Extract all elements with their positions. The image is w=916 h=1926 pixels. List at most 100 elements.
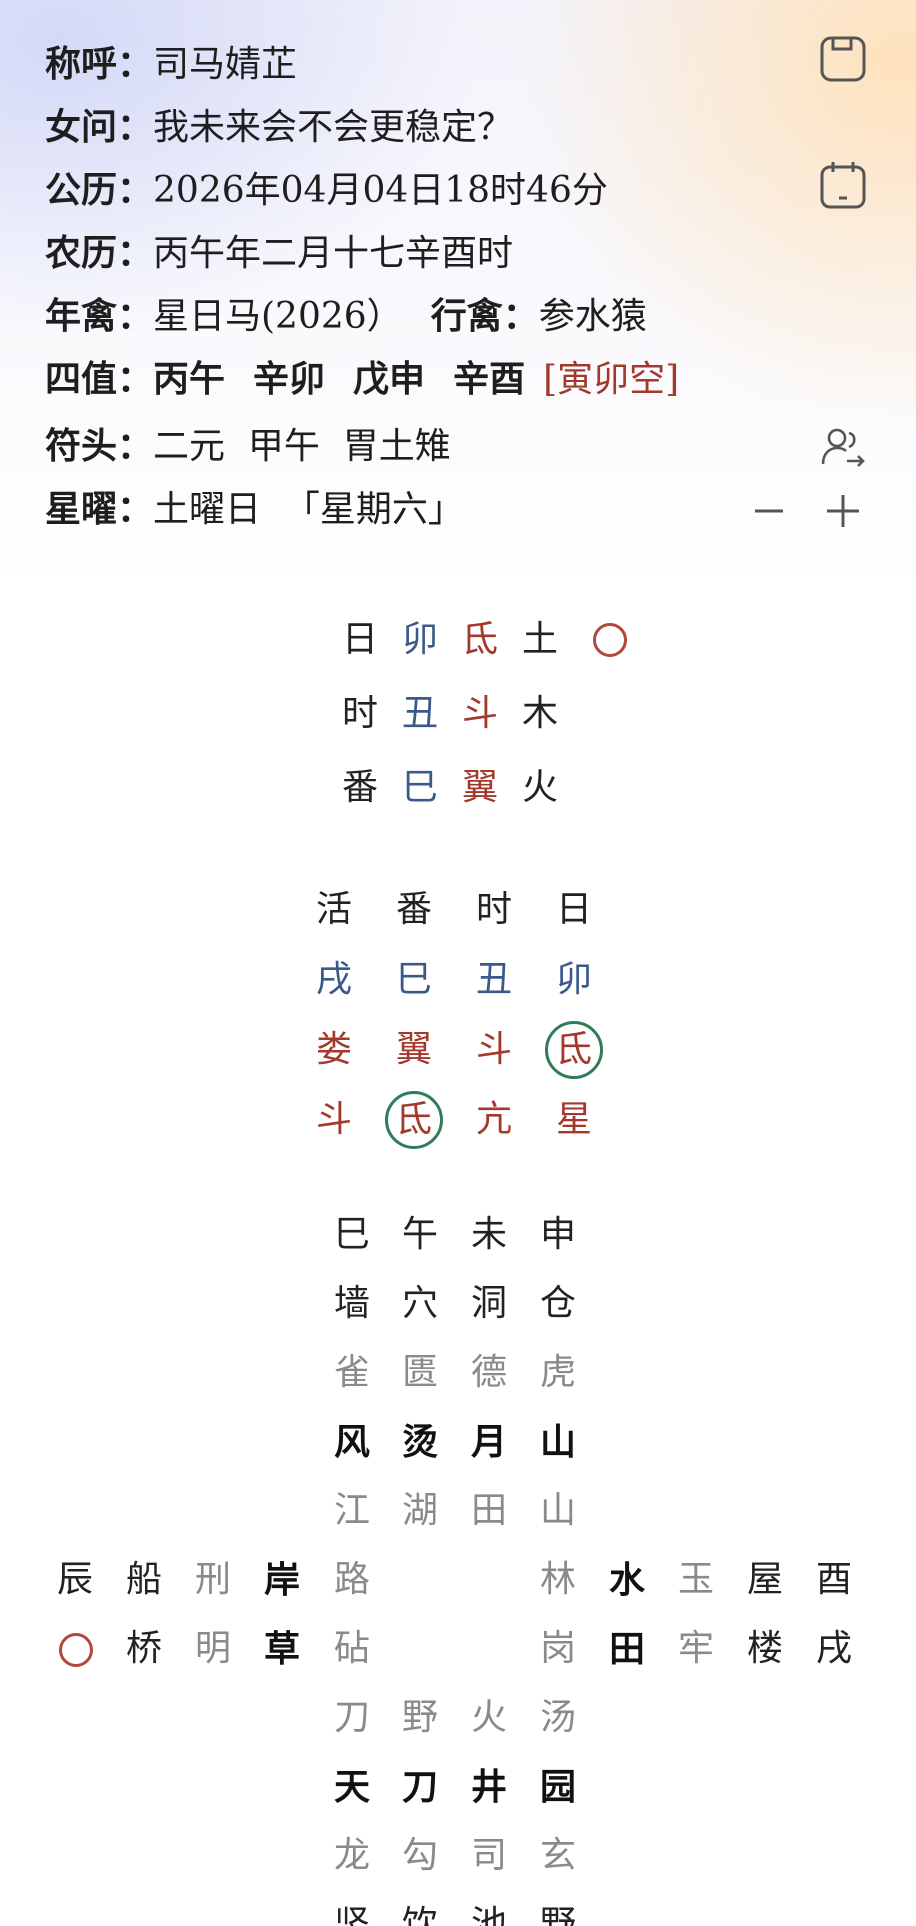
block2-header: 番 (395, 889, 432, 930)
board-cell: 岸 (263, 1559, 300, 1601)
label-travel-star: 行禽： (430, 295, 539, 337)
block1-cell: 卯 (401, 619, 438, 660)
board-cell: 戌 (815, 1628, 852, 1669)
board-cell: 屋 (746, 1559, 783, 1600)
value-solar-date: 2026年04月04日18时46分 (153, 170, 608, 211)
board-cell: 月 (470, 1421, 507, 1463)
green-circle-marker (545, 1021, 603, 1079)
row-question: 女问： 我未来会不会更稳定？ (45, 99, 513, 149)
block2-branch: 巳 (395, 959, 432, 1000)
board-cell: 穴 (401, 1283, 438, 1324)
block1-cell: 斗 (461, 693, 498, 734)
pillar-day: 戊申 (353, 358, 426, 400)
label-name: 称呼： (45, 43, 154, 85)
board-cell: 汤 (539, 1697, 576, 1738)
board-cell: 刑 (194, 1559, 231, 1600)
board-cell: 湖 (401, 1490, 438, 1531)
board-cell: 勾 (401, 1835, 438, 1876)
value-travel-star: 参水猿 (538, 296, 647, 337)
block1-cell: 番 (341, 767, 378, 808)
value-fu-tou: 二元 甲午 胃土雉 (153, 426, 451, 467)
board-cell: 墙 (333, 1283, 370, 1324)
block1-cell: 翼 (461, 767, 498, 808)
board-cell: 野 (539, 1904, 576, 1926)
void-branches: [寅卯空] (543, 359, 680, 400)
board-cell: 午 (401, 1214, 438, 1255)
block2-header: 活 (315, 889, 352, 930)
plus-icon[interactable] (818, 486, 868, 536)
board-cell: 草 (263, 1628, 300, 1670)
board-cell: 砧 (333, 1628, 370, 1669)
board-cell: 明 (194, 1628, 231, 1669)
board-cell: 竖 (333, 1904, 370, 1926)
block2-star: 斗 (315, 1099, 352, 1140)
block2-star: 翼 (395, 1029, 432, 1070)
board-cell: 山 (539, 1421, 576, 1463)
label-year-star: 年禽： (45, 295, 154, 337)
minus-icon[interactable] (744, 486, 794, 536)
pillar-hour: 辛酉 (453, 358, 526, 400)
pillar-year: 丙午 (153, 358, 226, 400)
board-cell: 龙 (333, 1835, 370, 1876)
board-cell: 田 (470, 1490, 507, 1531)
label-fu-tou: 符头： (45, 425, 154, 467)
row-lunar-date: 农历： 丙午年二月十七辛酉时 (45, 225, 513, 275)
block2-branch: 戌 (315, 959, 352, 1000)
row-year-star: 年禽： 星日马(2026） 行禽： 参水猿 (45, 288, 647, 338)
board-cell: 未 (470, 1214, 507, 1255)
block1-cell: 氐 (461, 619, 498, 660)
save-icon[interactable] (818, 34, 868, 84)
board-cell: 山 (539, 1490, 576, 1531)
user-switch-icon[interactable] (818, 422, 868, 472)
board-cell: 野 (401, 1697, 438, 1738)
value-question: 我未来会不会更稳定？ (153, 107, 514, 148)
label-solar-date: 公历： (45, 169, 154, 211)
board-cell: 匮 (401, 1352, 438, 1393)
value-weekday: 土曜日 「星期六」 (153, 489, 464, 530)
board-cell: 洞 (470, 1283, 507, 1324)
label-lunar-date: 农历： (45, 232, 154, 274)
board-cell: 风 (333, 1421, 370, 1463)
row-fu-tou: 符头： 二元 甲午 胃土雉 (45, 418, 451, 468)
block1-cell: 火 (521, 767, 558, 808)
calendar-icon[interactable] (818, 160, 868, 210)
board-cell: 林 (539, 1559, 576, 1600)
board-cell: 德 (470, 1352, 507, 1393)
board-cell: 船 (125, 1559, 162, 1600)
board-cell: 牢 (677, 1628, 714, 1669)
circle-marker (59, 1633, 93, 1667)
board-cell: 江 (333, 1490, 370, 1531)
board-cell: 巳 (333, 1214, 370, 1255)
board-cell: 井 (470, 1766, 507, 1808)
board-cell: 火 (470, 1697, 507, 1738)
pillar-month: 辛卯 (253, 358, 326, 400)
row-weekday: 星曜： 土曜日 「星期六」 (45, 481, 464, 531)
board-cell: 岗 (539, 1628, 576, 1669)
board-cell: 虎 (539, 1352, 576, 1393)
value-year-star: 星日马(2026） (153, 296, 403, 337)
green-circle-marker (385, 1091, 443, 1149)
block2-branch: 丑 (475, 959, 512, 1000)
board-cell: 申 (539, 1214, 576, 1255)
label-weekday: 星曜： (45, 488, 154, 530)
board-cell: 司 (470, 1835, 507, 1876)
board-cell: 玄 (539, 1835, 576, 1876)
board-cell: 玉 (677, 1559, 714, 1600)
board-cell: 刀 (333, 1697, 370, 1738)
board-cell: 饮 (401, 1904, 438, 1926)
value-lunar-date: 丙午年二月十七辛酉时 (153, 233, 514, 274)
board-cell: 田 (608, 1628, 645, 1670)
board-cell: 池 (470, 1904, 507, 1926)
board-cell: 雀 (333, 1352, 370, 1393)
block1-cell: 日 (341, 619, 378, 660)
block1-cell: 木 (521, 693, 558, 734)
block2-header: 时 (475, 889, 512, 930)
row-solar-date: 公历： 2026年04月04日18时46分 (45, 162, 608, 212)
board-cell: 仓 (539, 1283, 576, 1324)
board-cell: 水 (608, 1559, 645, 1601)
block1-cell: 丑 (401, 693, 438, 734)
board-cell: 园 (539, 1766, 576, 1808)
row-four-pillars: 四值： 丙午 辛卯 戊申 辛酉 [寅卯空] (45, 351, 679, 401)
block2-branch: 卯 (555, 959, 592, 1000)
label-question: 女问： (45, 106, 154, 148)
